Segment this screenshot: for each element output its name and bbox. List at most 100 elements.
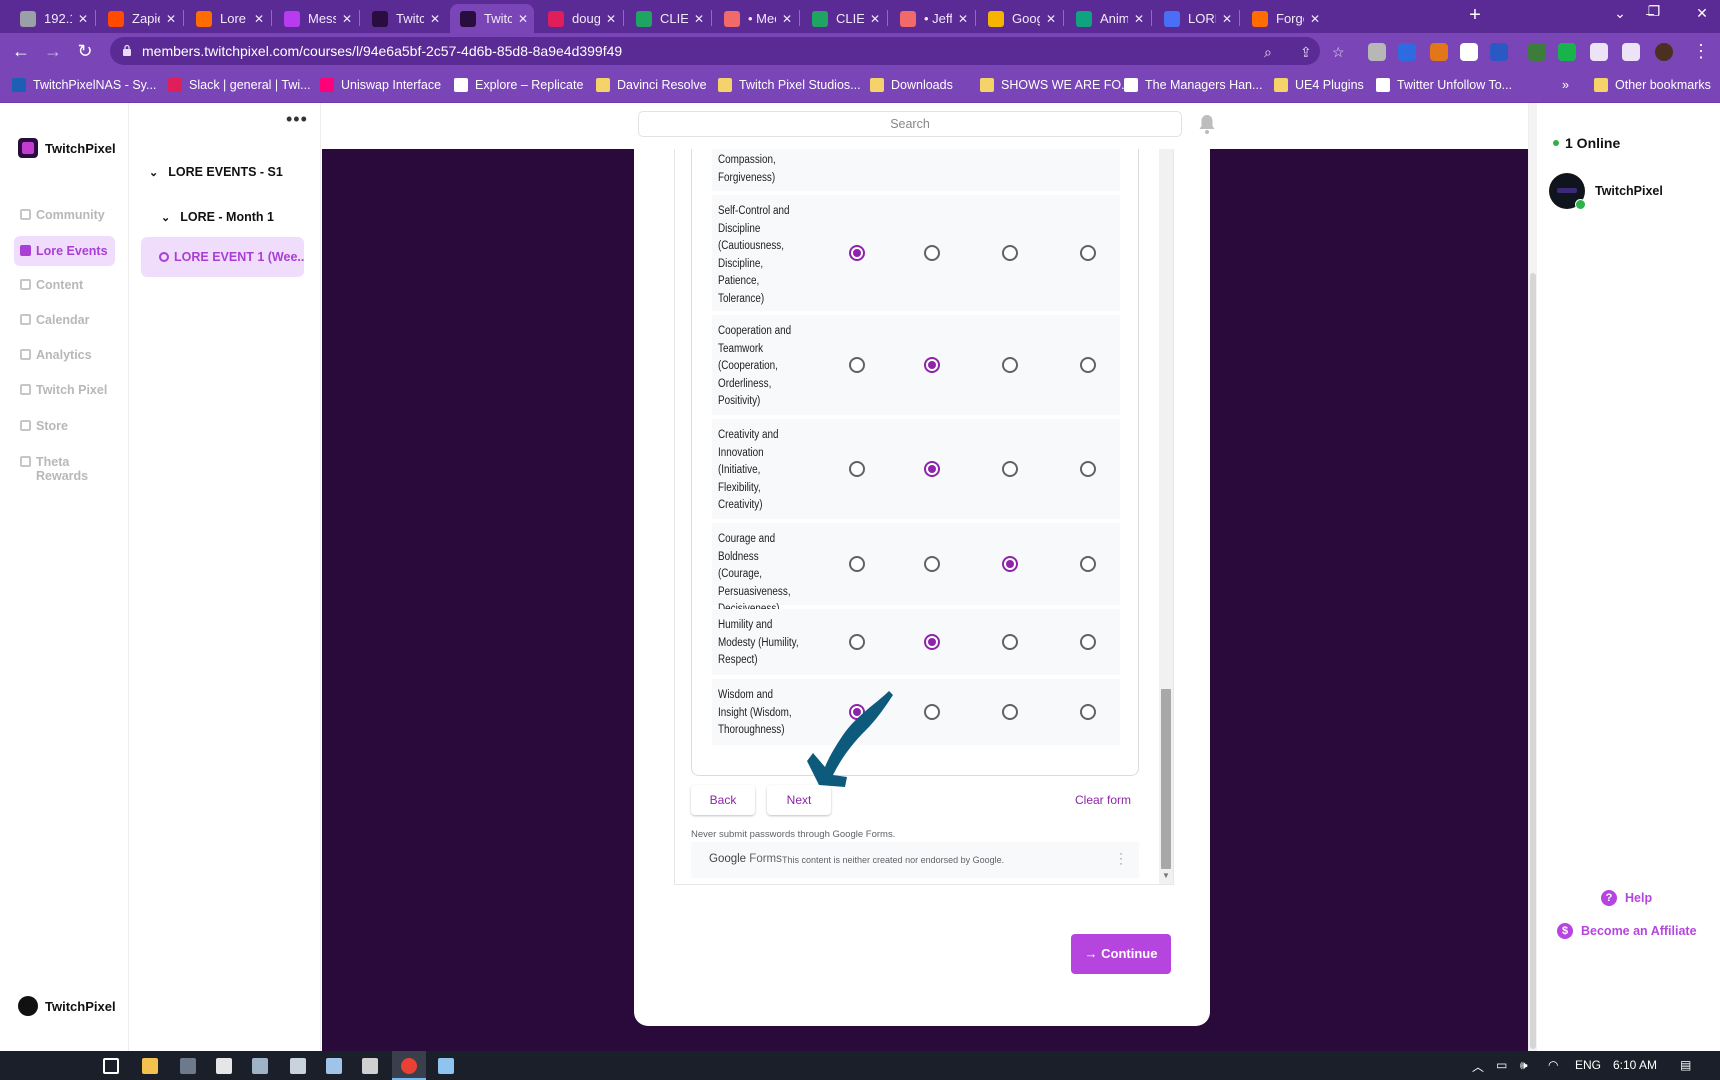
file-explorer-icon[interactable] — [142, 1058, 158, 1074]
browser-tab[interactable]: LORE ✕ — [1154, 4, 1238, 33]
browser-tab[interactable]: Lore E ✕ — [186, 4, 270, 33]
wifi-icon[interactable]: ◠ — [1548, 1058, 1558, 1072]
tab-close-icon[interactable]: ✕ — [430, 12, 440, 26]
bookmark-item[interactable]: Explore – Replicate — [454, 78, 583, 92]
grid-radio-option[interactable] — [924, 704, 940, 720]
browser-tab[interactable]: • Mee ✕ — [714, 4, 798, 33]
tab-close-icon[interactable]: ✕ — [342, 12, 352, 26]
page-scroll-thumb[interactable] — [1530, 273, 1536, 1049]
grid-radio-option[interactable] — [924, 357, 940, 373]
restore-icon[interactable]: ❐ — [1644, 3, 1664, 20]
bookmark-item[interactable]: Slack | general | Twi... — [168, 78, 311, 92]
other-bookmarks[interactable]: Other bookmarks — [1594, 78, 1711, 92]
grid-radio-option[interactable] — [849, 556, 865, 572]
tab-close-icon[interactable]: ✕ — [782, 12, 792, 26]
grid-radio-option[interactable] — [849, 245, 865, 261]
sidebar-item-store[interactable]: Store — [14, 411, 115, 441]
share-icon[interactable]: ⇪ — [1300, 44, 1312, 61]
tab-close-icon[interactable]: ✕ — [606, 12, 616, 26]
shield-extension-icon[interactable] — [1490, 43, 1508, 61]
browser-tab[interactable]: • Jeff ✕ — [890, 4, 974, 33]
browser-tab[interactable]: doug ✕ — [538, 4, 622, 33]
browser-tab[interactable]: Messe ✕ — [274, 4, 358, 33]
snip-icon[interactable] — [252, 1058, 268, 1074]
tray-chevron-icon[interactable]: ︿ — [1472, 1058, 1484, 1075]
adblock-extension-icon[interactable] — [1368, 43, 1386, 61]
forward-icon[interactable]: → — [42, 41, 64, 61]
form-scrollbar[interactable]: ▼ — [1159, 149, 1173, 884]
tab-close-icon[interactable]: ✕ — [694, 12, 704, 26]
google-form-embed[interactable]: Compassion, Forgiveness) Self-Control and… — [674, 149, 1174, 885]
search-input[interactable]: Search — [638, 111, 1182, 137]
grid-radio-option[interactable] — [1002, 461, 1018, 477]
grid-radio-option[interactable] — [849, 634, 865, 650]
browser-tab[interactable]: CLIEN ✕ — [626, 4, 710, 33]
tab-close-icon[interactable]: ✕ — [1310, 12, 1320, 26]
grid-radio-option[interactable] — [924, 245, 940, 261]
battery-icon[interactable]: ▭ — [1496, 1058, 1507, 1072]
bookmark-star-icon[interactable]: ☆ — [1332, 44, 1345, 61]
extension-icon[interactable] — [1398, 43, 1416, 61]
clock[interactable]: 6:10 AM — [1613, 1058, 1657, 1072]
bookmark-folder[interactable]: Downloads — [870, 78, 953, 92]
grid-radio-option[interactable] — [924, 634, 940, 650]
sidebar-item-community[interactable]: Community — [14, 200, 115, 230]
page-scrollbar[interactable] — [1529, 103, 1537, 1051]
brand[interactable]: TwitchPixel — [18, 138, 116, 158]
profile-avatar[interactable] — [1655, 43, 1673, 61]
sidebar-item-twitch-pixel[interactable]: Twitch Pixel — [14, 375, 115, 405]
footer-menu-icon[interactable]: · · · — [1119, 847, 1123, 869]
chrome-icon[interactable] — [401, 1058, 417, 1074]
calculator-icon[interactable] — [180, 1058, 196, 1074]
grid-radio-option[interactable] — [1002, 556, 1018, 572]
tree-section[interactable]: ⌄ LORE EVENTS - S1 — [149, 165, 283, 179]
grid-radio-option[interactable] — [1080, 245, 1096, 261]
back-button[interactable]: Back — [691, 785, 755, 815]
grid-radio-option[interactable] — [1080, 634, 1096, 650]
grid-radio-option[interactable] — [924, 461, 940, 477]
grid-radio-option[interactable] — [1080, 556, 1096, 572]
browser-tab[interactable]: Twitch ✕ — [450, 4, 534, 33]
gamepad-icon[interactable] — [362, 1058, 378, 1074]
sidebar-item-content[interactable]: Content — [14, 270, 115, 300]
tab-close-icon[interactable]: ✕ — [78, 12, 88, 26]
notepad-icon[interactable] — [438, 1058, 454, 1074]
grid-radio-option[interactable] — [1002, 704, 1018, 720]
sidebar-item-theta-rewards[interactable]: Theta Rewards — [14, 447, 115, 491]
tab-close-icon[interactable]: ✕ — [166, 12, 176, 26]
affiliate-link[interactable]: $ Become an Affiliate — [1557, 923, 1697, 939]
tab-close-icon[interactable]: ✕ — [1134, 12, 1144, 26]
browser-tab[interactable]: Forgo ✕ — [1242, 4, 1326, 33]
tab-close-icon[interactable]: ✕ — [1046, 12, 1056, 26]
more-options-icon[interactable]: ••• — [286, 109, 308, 130]
bookmark-item[interactable]: Twitter Unfollow To... — [1376, 78, 1512, 92]
tab-search-icon[interactable]: ⌄ — [1610, 5, 1630, 22]
online-member[interactable]: TwitchPixel — [1549, 173, 1663, 210]
grid-radio-option[interactable] — [1002, 357, 1018, 373]
grid-radio-option[interactable] — [1080, 357, 1096, 373]
tab-close-icon[interactable]: ✕ — [518, 12, 528, 26]
notifications-icon[interactable]: ▤ — [1680, 1058, 1691, 1072]
tab-close-icon[interactable]: ✕ — [1222, 12, 1232, 26]
bookmarks-overflow-icon[interactable]: » — [1562, 78, 1569, 92]
tab-close-icon[interactable]: ✕ — [870, 12, 880, 26]
stocks-icon[interactable] — [326, 1058, 342, 1074]
address-bar[interactable]: members.twitchpixel.com/courses/l/94e6a5… — [110, 37, 1345, 65]
notification-bell-icon[interactable] — [1198, 113, 1216, 135]
footer-user[interactable]: TwitchPixel — [18, 996, 116, 1016]
grid-radio-option[interactable] — [924, 556, 940, 572]
s-extension-icon[interactable] — [1460, 43, 1478, 61]
language-indicator[interactable]: ENG — [1575, 1058, 1601, 1072]
grid-radio-option[interactable] — [1080, 461, 1096, 477]
google-forms-logo[interactable]: Google Forms — [709, 853, 782, 865]
form-scroll-thumb[interactable] — [1161, 689, 1171, 869]
reload-icon[interactable]: ↻ — [74, 41, 96, 61]
grid-radio-option[interactable] — [849, 357, 865, 373]
zoom-icon[interactable]: ⌕ — [1264, 44, 1272, 61]
browser-tab[interactable]: Twitch ✕ — [362, 4, 446, 33]
browser-tab[interactable]: Googl ✕ — [978, 4, 1062, 33]
back-icon[interactable]: ← — [10, 41, 32, 61]
tree-lesson-active[interactable]: LORE EVENT 1 (Wee... — [141, 237, 304, 277]
bookmark-item[interactable]: TwitchPixelNAS - Sy... — [12, 78, 156, 92]
new-tab-button[interactable]: + — [1463, 4, 1487, 27]
